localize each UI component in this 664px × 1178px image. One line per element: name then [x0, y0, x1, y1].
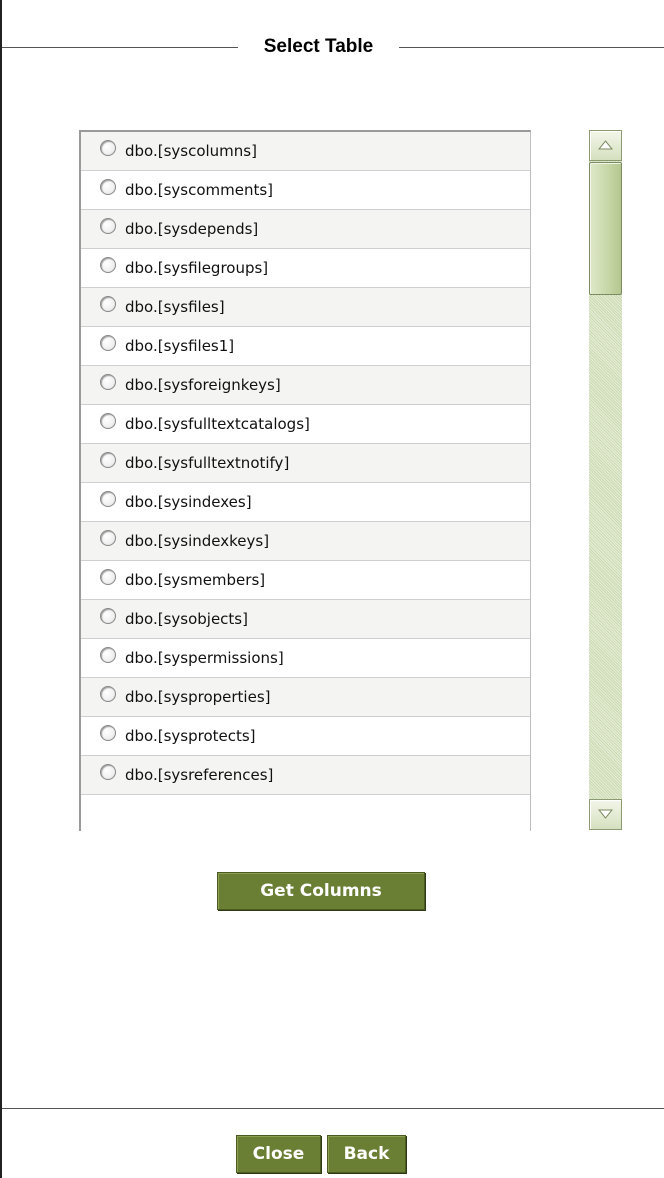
table-list-item[interactable]: dbo.[sysreferences]: [81, 756, 530, 795]
table-name-label: dbo.[sysfulltextnotify]: [125, 454, 290, 472]
table-name-label: dbo.[sysindexkeys]: [125, 532, 270, 550]
table-list-item[interactable]: dbo.[syscolumns]: [81, 132, 530, 171]
table-name-label: dbo.[syscolumns]: [125, 142, 257, 160]
fieldset-border-right: [399, 47, 664, 48]
radio-unchecked-icon[interactable]: [100, 452, 116, 468]
panel-title: Select Table: [263, 36, 374, 57]
table-name-label: dbo.[sysdepends]: [125, 220, 259, 238]
table-list-item[interactable]: dbo.[sysindexkeys]: [81, 522, 530, 561]
radio-unchecked-icon[interactable]: [100, 413, 116, 429]
table-list-item[interactable]: dbo.[sysfiles]: [81, 288, 530, 327]
table-name-label: dbo.[syspermissions]: [125, 649, 284, 667]
radio-unchecked-icon[interactable]: [100, 608, 116, 624]
radio-unchecked-icon[interactable]: [100, 296, 116, 312]
scroll-thumb[interactable]: [589, 162, 622, 295]
radio-unchecked-icon[interactable]: [100, 530, 116, 546]
table-name-label: dbo.[sysindexes]: [125, 493, 252, 511]
radio-unchecked-icon[interactable]: [100, 335, 116, 351]
radio-unchecked-icon[interactable]: [100, 491, 116, 507]
footer-divider: [2, 1108, 664, 1109]
table-list-item[interactable]: dbo.[sysforeignkeys]: [81, 366, 530, 405]
scroll-down-button[interactable]: [589, 799, 622, 830]
radio-unchecked-icon[interactable]: [100, 764, 116, 780]
table-name-label: dbo.[sysreferences]: [125, 766, 274, 784]
scroll-up-button[interactable]: [589, 130, 622, 161]
radio-unchecked-icon[interactable]: [100, 179, 116, 195]
get-columns-button[interactable]: Get Columns: [217, 872, 425, 910]
table-name-label: dbo.[sysproperties]: [125, 688, 271, 706]
triangle-up-icon: [598, 140, 613, 150]
table-list-item[interactable]: dbo.[sysobjects]: [81, 600, 530, 639]
radio-unchecked-icon[interactable]: [100, 140, 116, 156]
table-list-item[interactable]: dbo.[syspermissions]: [81, 639, 530, 678]
table-list-item[interactable]: dbo.[sysindexes]: [81, 483, 530, 522]
table-list-item[interactable]: dbo.[sysfulltextcatalogs]: [81, 405, 530, 444]
table-list-item[interactable]: dbo.[sysproperties]: [81, 678, 530, 717]
table-name-label: dbo.[sysprotects]: [125, 727, 256, 745]
select-table-dialog: Select Table dbo.[syscolumns] dbo.[syscom…: [0, 0, 664, 1178]
radio-unchecked-icon[interactable]: [100, 647, 116, 663]
close-button[interactable]: Close: [236, 1135, 321, 1173]
radio-unchecked-icon[interactable]: [100, 374, 116, 390]
table-name-label: dbo.[sysobjects]: [125, 610, 248, 628]
table-list-item[interactable]: dbo.[sysmembers]: [81, 561, 530, 600]
table-list-item[interactable]: dbo.[sysdepends]: [81, 210, 530, 249]
table-list[interactable]: dbo.[syscolumns] dbo.[syscomments] dbo.[sy…: [79, 130, 531, 831]
radio-unchecked-icon[interactable]: [100, 569, 116, 585]
table-list-item[interactable]: dbo.[sysprotects]: [81, 717, 530, 756]
table-name-label: dbo.[sysfiles]: [125, 298, 225, 316]
table-name-label: dbo.[sysmembers]: [125, 571, 266, 589]
table-name-label: dbo.[sysfulltextcatalogs]: [125, 415, 310, 433]
table-list-item[interactable]: dbo.[sysfiles1]: [81, 327, 530, 366]
radio-unchecked-icon[interactable]: [100, 725, 116, 741]
radio-unchecked-icon[interactable]: [100, 257, 116, 273]
table-name-label: dbo.[sysforeignkeys]: [125, 376, 281, 394]
table-name-label: dbo.[sysfiles1]: [125, 337, 235, 355]
back-button[interactable]: Back: [327, 1135, 406, 1173]
table-name-label: dbo.[syscomments]: [125, 181, 274, 199]
table-list-item[interactable]: dbo.[syscomments]: [81, 171, 530, 210]
table-list-scrollbar[interactable]: [589, 130, 622, 830]
radio-unchecked-icon[interactable]: [100, 218, 116, 234]
fieldset-border-left: [2, 47, 238, 48]
table-name-label: dbo.[sysfilegroups]: [125, 259, 269, 277]
triangle-down-icon: [598, 809, 613, 819]
table-list-item[interactable]: dbo.[sysfulltextnotify]: [81, 444, 530, 483]
table-list-item[interactable]: dbo.[sysfilegroups]: [81, 249, 530, 288]
radio-unchecked-icon[interactable]: [100, 686, 116, 702]
